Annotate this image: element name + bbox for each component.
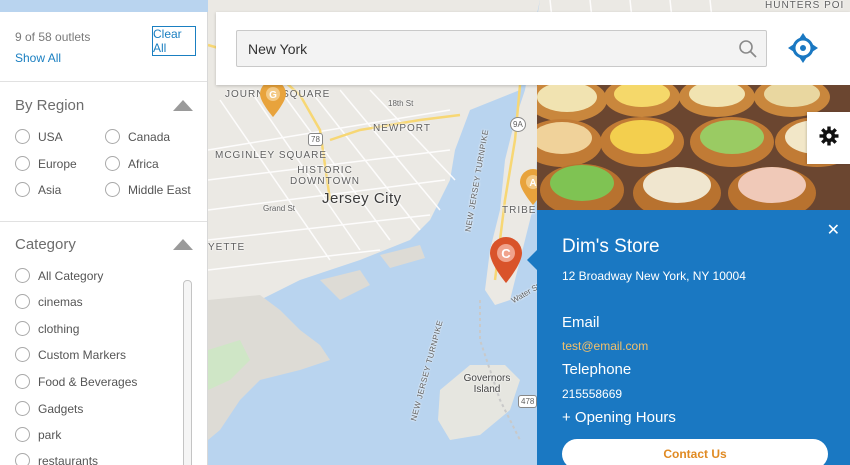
region-label: Middle East — [128, 182, 191, 197]
region-label: Canada — [128, 129, 171, 144]
region-label: USA — [38, 129, 63, 144]
category-label: restaurants — [38, 453, 99, 465]
region-asia[interactable]: Asia — [15, 182, 61, 197]
show-all-link[interactable]: Show All — [15, 51, 61, 65]
map-label-governors-island: Governors Island — [463, 373, 511, 395]
store-photo — [537, 85, 850, 210]
region-label: Europe — [38, 156, 77, 171]
store-name: Dim's Store — [562, 236, 660, 257]
region-label: Asia — [38, 182, 62, 197]
email-label: Email — [562, 314, 600, 331]
region-label: Africa — [128, 156, 159, 171]
category-title: Category — [15, 236, 76, 253]
category-label: park — [38, 427, 62, 442]
radio-button[interactable] — [15, 453, 30, 465]
map-label-grand-st: Grand St — [263, 204, 296, 213]
search-bar: New York — [216, 12, 850, 85]
clear-all-button[interactable]: Clear All — [152, 26, 196, 56]
caret-up-icon[interactable] — [173, 239, 193, 250]
search-input[interactable]: New York — [236, 30, 767, 67]
category-food-beverages[interactable]: Food & Beverages — [15, 374, 137, 389]
radio-button[interactable] — [105, 156, 120, 171]
region-africa[interactable]: Africa — [105, 156, 159, 171]
radio-button[interactable] — [105, 129, 120, 144]
region-canada[interactable]: Canada — [105, 129, 170, 144]
category-label: clothing — [38, 321, 80, 336]
category-all[interactable]: All Category — [15, 268, 103, 283]
telephone-value: 215558669 — [562, 387, 623, 401]
radio-button[interactable] — [15, 401, 30, 416]
radio-button[interactable] — [15, 321, 30, 336]
map-label-lafayette: YETTE — [208, 242, 246, 253]
marker-letter: G — [269, 90, 277, 101]
category-cinemas[interactable]: cinemas — [15, 294, 83, 309]
email-link[interactable]: test@email.com — [562, 339, 648, 353]
radio-button[interactable] — [15, 129, 30, 144]
category-section: Category All Category cinemas clothing C… — [0, 222, 207, 465]
category-park[interactable]: park — [15, 427, 61, 442]
search-icon[interactable] — [738, 39, 758, 64]
store-address: 12 Broadway New York, NY 10004 — [562, 269, 746, 283]
region-section: By Region USA Canada Europe Africa Asia … — [0, 82, 207, 222]
category-label: Gadgets — [38, 401, 84, 416]
radio-button[interactable] — [15, 374, 30, 389]
map-label-jersey-city: Jersey City — [322, 190, 402, 207]
caret-up-icon[interactable] — [173, 100, 193, 111]
category-label: cinemas — [38, 294, 83, 309]
map-label-mcginley-square: MCGINLEY SQUARE — [215, 150, 328, 161]
settings-button[interactable] — [807, 112, 850, 164]
category-clothing[interactable]: clothing — [15, 321, 79, 336]
category-gadgets[interactable]: Gadgets — [15, 401, 83, 416]
store-info-panel: ✕ Dim's Store 12 Broadway New York, NY 1… — [537, 210, 850, 465]
marker-letter: C — [501, 246, 511, 261]
radio-button[interactable] — [105, 182, 120, 197]
outlet-count: 9 of 58 outlets — [15, 30, 91, 44]
map-label-tribeca: TRIBE — [502, 205, 537, 216]
opening-hours-toggle[interactable]: + Opening Hours — [562, 409, 676, 426]
category-label: All Category — [38, 268, 104, 283]
contact-us-button[interactable]: Contact Us — [562, 439, 828, 465]
region-middle-east[interactable]: Middle East — [105, 182, 191, 197]
radio-button[interactable] — [15, 294, 30, 309]
filter-header: 9 of 58 outlets Show All Clear All — [0, 12, 207, 82]
route-78-shield: 78 — [308, 133, 323, 146]
radio-button[interactable] — [15, 347, 30, 362]
marker-letter: A — [529, 178, 536, 189]
category-scrollbar[interactable] — [183, 280, 192, 465]
panel-pointer — [527, 250, 537, 270]
filter-panel: 9 of 58 outlets Show All Clear All By Re… — [0, 12, 208, 465]
map-label-hunters-point: HUNTERS POI — [765, 0, 845, 11]
radio-button[interactable] — [15, 156, 30, 171]
gear-icon — [819, 126, 839, 151]
route-478-shield: 478 — [518, 395, 538, 408]
category-custom-markers[interactable]: Custom Markers — [15, 347, 126, 362]
region-usa[interactable]: USA — [15, 129, 63, 144]
region-title: By Region — [15, 97, 85, 114]
close-icon[interactable]: ✕ — [827, 220, 840, 240]
crosshair-icon[interactable] — [788, 33, 818, 68]
category-label: Food & Beverages — [38, 374, 138, 389]
category-label: Custom Markers — [38, 347, 127, 362]
telephone-label: Telephone — [562, 361, 632, 378]
map-label-newport: NEWPORT — [373, 123, 431, 134]
map-label-18th-st: 18th St — [388, 99, 414, 108]
route-9a-shield: 9A — [510, 117, 526, 132]
radio-button[interactable] — [15, 427, 30, 442]
map-label-historic-downtown: HISTORIC DOWNTOWN — [289, 165, 361, 187]
radio-button[interactable] — [15, 182, 30, 197]
radio-button[interactable] — [15, 268, 30, 283]
region-europe[interactable]: Europe — [15, 156, 77, 171]
category-restaurants[interactable]: restaurants — [15, 453, 98, 465]
search-input-value: New York — [248, 41, 308, 57]
